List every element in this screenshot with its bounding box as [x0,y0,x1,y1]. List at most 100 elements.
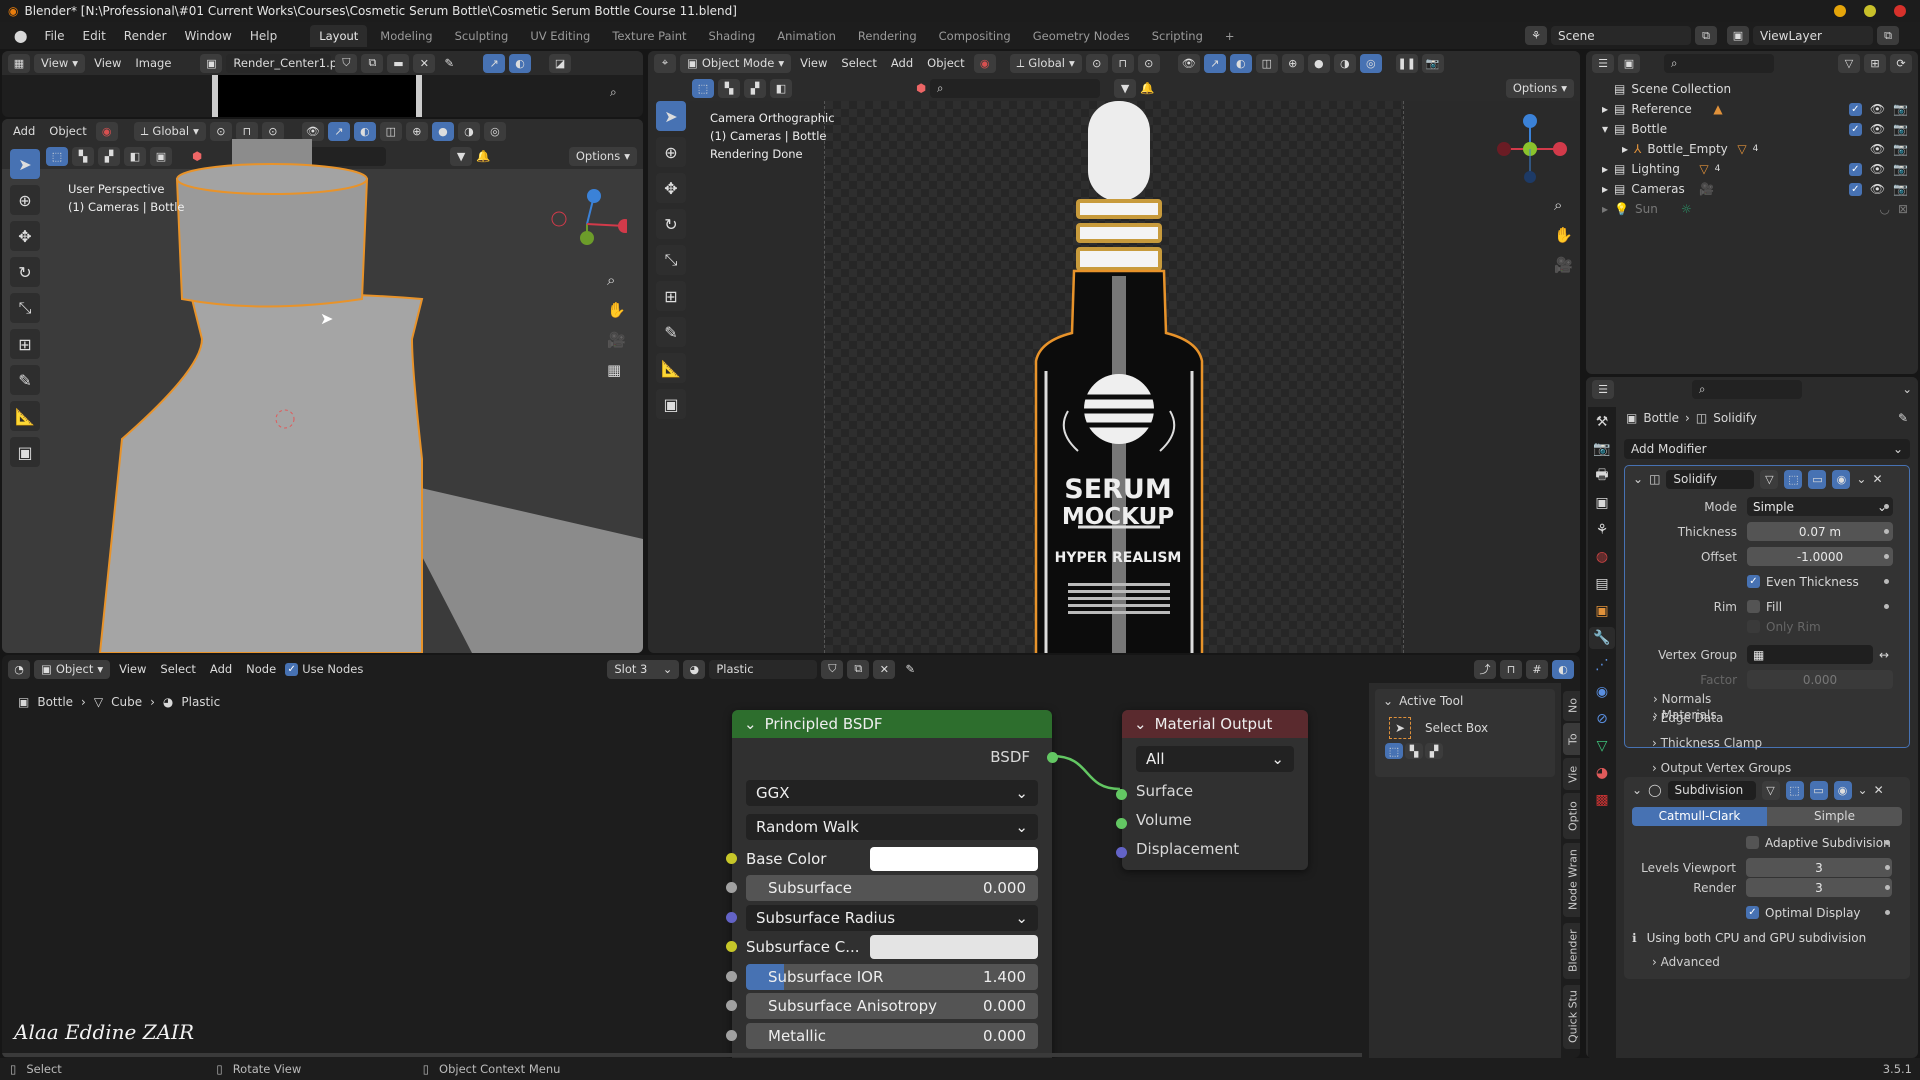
texture-tab-icon[interactable]: ▩ [1589,789,1615,811]
edit-mode-toggle-icon[interactable]: ▽ [1760,469,1779,489]
tab-view[interactable]: Vie [1563,758,1580,790]
subsurface-anisotropy-field[interactable]: Subsurface Anisotropy 0.000 [746,993,1038,1019]
subsurface-color-socket[interactable] [726,941,737,952]
camera-view-icon[interactable]: 🎥 [607,331,626,349]
cage-toggle-icon[interactable]: ⬚ [1784,469,1803,489]
base-color-socket[interactable] [726,853,737,864]
cage-toggle-icon[interactable]: ⬚ [1785,780,1804,800]
surface-socket[interactable] [1116,789,1127,800]
camera-render-disabled-icon[interactable]: ⊠ [1898,202,1908,216]
scale-tool[interactable]: ⤡ [656,245,686,275]
menu-window[interactable]: Window [178,26,239,46]
editor-type-icon[interactable]: ☰ [1592,53,1614,73]
mode-extend-icon[interactable]: ▚ [1405,743,1423,759]
maximize-button[interactable] [1864,5,1876,17]
bsdf-output-socket[interactable] [1047,752,1058,763]
select-box-tool[interactable]: ➤ [10,149,40,179]
pivot-icon[interactable]: ⊙ [1085,53,1108,73]
principled-node-header[interactable]: ⌄ Principled BSDF [732,710,1052,738]
expand-arrow-icon[interactable]: ▸ [1602,162,1608,176]
eye-icon[interactable]: 👁 [1870,102,1885,116]
outliner-item-lighting[interactable]: ▸ ▤ Lighting ▽ 4 ✓ 👁 📷 [1586,159,1918,179]
outliner-filter-search[interactable]: ⌕ [930,78,1101,98]
modifier-name-field[interactable]: Solidify [1666,469,1755,489]
expand-arrow-icon[interactable]: ▸ [1622,142,1628,156]
vertex-group-field[interactable]: ▦ [1747,645,1873,664]
camera-render-icon[interactable]: 📷 [1893,122,1908,136]
scene-icon[interactable]: ⚘ [1525,26,1547,45]
invert-vertex-group-icon[interactable]: ↔ [1873,648,1889,662]
select-box-tool[interactable]: ➤ [656,101,686,131]
move-tool[interactable]: ✥ [656,173,686,203]
workspace-tab-scripting[interactable]: Scripting [1143,25,1212,47]
factor-field[interactable]: 0.000 [1747,670,1893,689]
minimize-button[interactable] [1834,5,1846,17]
outliner-item-sun[interactable]: ▸ 💡 Sun ☼ ◡ ⊠ [1586,199,1918,219]
outliner-item-bottle-empty[interactable]: ▸ ⅄ Bottle_Empty ▽ 4 👁 📷 [1586,139,1918,159]
constraints-tab-icon[interactable]: ⊘ [1589,708,1615,730]
material-shading-icon[interactable]: ◑ [1333,53,1356,73]
image-name-field[interactable]: Render_Center1.png [226,53,352,73]
unlink-image-icon[interactable]: ✕ [413,53,436,73]
filter-icon[interactable]: ▼ [1114,78,1137,98]
transform-tool[interactable]: ⊞ [656,281,686,311]
tab-blender[interactable]: Blender [1563,923,1580,979]
render-toggle-icon[interactable]: ◉ [1833,780,1852,800]
mode-subtract-icon[interactable]: ▞ [1425,743,1443,759]
zoom-icon[interactable]: ⌕ [610,85,617,100]
outliner-search[interactable]: ⌕ [1664,53,1774,73]
menu-select[interactable]: Select [836,56,881,70]
camera-render-icon[interactable]: 📷 [1893,182,1908,196]
snap-icon[interactable]: ⊓ [1111,53,1134,73]
solid-shading-icon[interactable]: ● [1307,53,1330,73]
select-mode-invert-icon[interactable]: ◧ [770,78,792,98]
collapse-arrow-icon[interactable]: ▾ [1602,122,1608,136]
distribution-dropdown[interactable]: GGX ⌄ [746,780,1038,806]
subsurface-socket[interactable] [726,882,737,893]
render-levels-field[interactable]: 3 [1746,878,1892,897]
overlay-icon[interactable]: ◐ [1552,659,1574,679]
render-tab-icon[interactable]: 📷 [1589,438,1615,460]
expand-arrow-icon[interactable]: ▸ [1602,202,1608,216]
gizmo-toggle-icon[interactable]: ↗ [483,53,506,73]
overlay-icon[interactable]: ◐ [1229,53,1252,73]
outliner-item-bottle[interactable]: ▾ ▤ Bottle ✓ 👁 📷 [1586,119,1918,139]
collapse-icon[interactable]: ⌄ [1383,694,1393,708]
displacement-socket[interactable] [1116,847,1127,858]
adaptive-subdivision-checkbox[interactable] [1746,836,1759,849]
add-workspace-button[interactable]: + [1216,25,1244,47]
subsurface-field[interactable]: Subsurface 0.000 [746,875,1038,901]
select-box-icon[interactable]: ➤ [1389,717,1411,739]
add-cube-tool[interactable]: ▣ [656,389,686,419]
options-dropdown[interactable]: Options ▾ [1505,78,1574,98]
parent-node-tree-icon[interactable]: ⤴ [1474,659,1496,679]
fake-user-icon[interactable]: ⛉ [335,53,358,73]
view-layer-icon[interactable]: ▣ [1727,26,1749,45]
eye-icon[interactable]: 👁 [1870,162,1885,176]
new-view-layer-icon[interactable]: ⧉ [1877,26,1899,45]
blender-menu-icon[interactable]: ⬤ [8,29,33,43]
tool-tab-icon[interactable]: ⚒ [1589,411,1615,433]
object-tab-icon[interactable]: ▣ [1589,600,1615,622]
metallic-socket[interactable] [726,1030,737,1041]
pan-hand-icon[interactable]: ✋ [607,301,626,319]
cursor-tool[interactable]: ⊕ [10,185,40,215]
workspace-tab-geometry-nodes[interactable]: Geometry Nodes [1024,25,1139,47]
exclude-checkbox[interactable]: ✓ [1848,182,1862,196]
navigation-gizmo[interactable] [547,184,627,264]
subsurface-color-swatch[interactable] [870,935,1038,959]
image-view-mode[interactable]: View ▾ [34,53,86,73]
editor-type-icon[interactable]: ▦ [8,53,30,73]
camera-render-icon[interactable]: 📷 [1893,162,1908,176]
even-thickness-checkbox[interactable]: ✓ [1747,575,1760,588]
outliner-item-cameras[interactable]: ▸ ▤ Cameras 🎥 ✓ 👁 📷 [1586,179,1918,199]
workspace-tab-animation[interactable]: Animation [768,25,845,47]
annotate-tool[interactable]: ✎ [10,365,40,395]
viewport-camera[interactable]: ⌖ ▣ Object Mode ▾ View Select Add Object… [648,51,1580,653]
display-mode-icon[interactable]: ▣ [1618,53,1640,73]
collection-tab-icon[interactable]: ▤ [1589,573,1615,595]
only-rim-checkbox[interactable] [1747,620,1760,633]
menu-help[interactable]: Help [243,26,284,46]
modifier-name-field[interactable]: Subdivision [1667,780,1756,800]
snap-icon[interactable]: ⊓ [1500,659,1522,679]
